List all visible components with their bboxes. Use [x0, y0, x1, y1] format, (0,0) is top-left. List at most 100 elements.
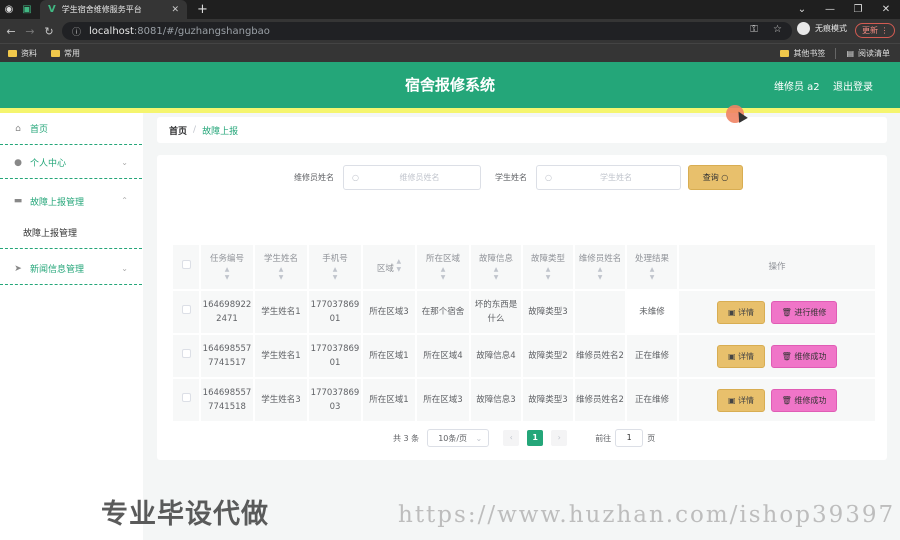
student-name-input[interactable]: ○ 学生姓名	[536, 165, 681, 190]
col-result[interactable]: 处理结果 ▲ ▼	[627, 245, 677, 289]
row-checkbox[interactable]	[181, 393, 191, 402]
bookmarks-bar: 资料 常用 其他书签 ▤ 阅读清单	[0, 43, 900, 62]
goto-label: 前往	[595, 433, 612, 443]
close-window-icon[interactable]: ✕	[872, 0, 900, 19]
cell-actions: ▣ 详情 🗑 维修成功	[679, 379, 875, 421]
cell-fault-type: 故障类型3	[523, 291, 573, 333]
update-label: 更新	[862, 26, 878, 35]
cell-location: 所在区域3	[417, 379, 469, 421]
cell-task-id: 1646989222471	[201, 291, 253, 333]
maximize-icon[interactable]: ❐	[844, 0, 872, 19]
logout-link[interactable]: 退出登录	[833, 78, 873, 93]
detail-label: 详情	[738, 351, 755, 361]
repairer-name-input[interactable]: ○ 维修员姓名	[343, 165, 481, 190]
page-size-select[interactable]: 10条/页 ⌄	[427, 429, 490, 447]
detail-button[interactable]: ▣ 详情	[717, 388, 765, 412]
address-bar-row: ← → ↻ ⓘ localhost:8081/#/guzhangshangbao…	[0, 19, 900, 43]
reading-list[interactable]: ▤ 阅读清单	[846, 48, 890, 59]
col-actions: 操作	[679, 245, 875, 289]
sidebar-item-news[interactable]: ➤ 新闻信息管理 ⌄	[0, 253, 142, 285]
col-task-id[interactable]: 任务编号 ▲ ▼	[201, 245, 253, 289]
col-location[interactable]: 所在区域 ▲ ▼	[417, 245, 469, 289]
detail-button[interactable]: ▣ 详情	[717, 344, 765, 368]
cell-repairer-name: 维修员姓名2	[575, 335, 625, 377]
goto-suffix: 页	[647, 433, 656, 443]
header-label: 学生姓名	[263, 254, 298, 264]
chevron-down-icon: ⌄	[121, 158, 128, 167]
col-fault-info[interactable]: 故障信息 ▲ ▼	[471, 245, 521, 289]
bookmark-label: 常用	[64, 48, 80, 58]
key-icon[interactable]: ⚿	[750, 24, 758, 35]
col-student-name[interactable]: 学生姓名 ▲ ▼	[255, 245, 307, 289]
cell-phone: 17703786901	[309, 291, 361, 333]
chat-icon: ▬	[13, 196, 23, 206]
close-tab-icon[interactable]: ✕	[171, 5, 179, 15]
url-host: localhost	[89, 25, 134, 37]
forward-icon[interactable]: →	[22, 25, 38, 38]
bookmark-star-icon[interactable]: ☆	[773, 24, 782, 35]
sort-icon[interactable]: ▲ ▼	[575, 266, 625, 282]
col-fault-type[interactable]: 故障类型 ▲ ▼	[523, 245, 573, 289]
sort-icon[interactable]: ▲ ▼	[309, 266, 361, 282]
query-button[interactable]: 查询 ○	[688, 165, 743, 190]
site-info-icon[interactable]: ⓘ	[72, 25, 81, 38]
back-icon[interactable]: ←	[3, 25, 19, 38]
col-area[interactable]: 区域 ▲ ▼	[363, 245, 415, 289]
cell-fault-type: 故障类型2	[523, 335, 573, 377]
minimize-icon[interactable]: —	[816, 0, 844, 19]
col-phone[interactable]: 手机号 ▲ ▼	[309, 245, 361, 289]
prev-page-button[interactable]: ‹	[503, 430, 520, 446]
page-number-current[interactable]: 1	[527, 430, 544, 446]
browser-menu-icon[interactable]: ◉	[0, 0, 18, 19]
sidebar: ⌂ 首页 ● 个人中心 ⌄ ▬ 故障上报管理 ⌃ 故障上报管理 ➤ 新闻信息管理…	[0, 113, 142, 540]
repair-success-button[interactable]: 🗑 维修成功	[771, 344, 837, 368]
pinned-tab-icon[interactable]: ▣	[18, 0, 36, 19]
sort-icon[interactable]: ▲ ▼	[523, 266, 573, 282]
sidebar-item-profile[interactable]: ● 个人中心 ⌄	[0, 147, 142, 179]
bookmark-folder-1[interactable]: 资料	[8, 48, 37, 59]
sidebar-item-label: 首页	[30, 125, 49, 135]
header-label: 处理结果	[634, 254, 669, 264]
sidebar-subitem-fault-report[interactable]: 故障上报管理	[0, 217, 142, 249]
sort-icon[interactable]: ▲ ▼	[471, 266, 521, 282]
goto-page-input[interactable]: 1	[615, 429, 644, 447]
breadcrumb-current: 故障上报	[202, 126, 239, 137]
sort-icon[interactable]: ▲ ▼	[397, 258, 402, 274]
reading-list-icon: ▤	[846, 48, 854, 58]
update-button[interactable]: 更新 ⋮	[855, 23, 895, 38]
cell-task-id: 1646985577741517	[201, 335, 253, 377]
search-icon: ○	[721, 173, 729, 182]
chevron-down-icon: ⌄	[475, 433, 483, 443]
browser-tabbar: ◉ ▣ V 学生宿舍维修服务平台 ✕ + ⌄ — ❐ ✕	[0, 0, 900, 19]
bookmark-folder-2[interactable]: 常用	[51, 48, 80, 59]
cell-area: 所在区域1	[363, 379, 415, 421]
browser-tab-active[interactable]: V 学生宿舍维修服务平台 ✕	[40, 0, 187, 19]
incognito-profile[interactable]: 无痕模式	[797, 22, 847, 35]
url-input[interactable]: ⓘ localhost:8081/#/guzhangshangbao ⚿ ☆	[62, 22, 792, 40]
col-repairer-name[interactable]: 维修员姓名 ▲ ▼	[575, 245, 625, 289]
sidebar-item-home[interactable]: ⌂ 首页	[0, 113, 142, 145]
row-checkbox[interactable]	[181, 349, 191, 358]
start-repair-button[interactable]: 🗑 进行维修	[771, 300, 837, 324]
sidebar-item-fault-report[interactable]: ▬ 故障上报管理 ⌃	[0, 185, 142, 217]
reload-icon[interactable]: ↻	[41, 25, 57, 38]
cell-actions: ▣ 详情 🗑 进行维修	[679, 291, 875, 333]
cell-result: 未维修	[627, 291, 677, 333]
other-bookmarks[interactable]: 其他书签	[780, 48, 825, 59]
tab-search-icon[interactable]: ⌄	[788, 0, 816, 19]
repair-success-button[interactable]: 🗑 维修成功	[771, 388, 837, 412]
new-tab-icon[interactable]: +	[197, 2, 208, 17]
sidebar-item-label: 个人中心	[30, 159, 67, 169]
next-page-button[interactable]: ›	[551, 430, 568, 446]
select-all-checkbox[interactable]	[181, 260, 191, 269]
breadcrumb-home[interactable]: 首页	[169, 124, 187, 137]
sort-icon[interactable]: ▲ ▼	[417, 266, 469, 282]
detail-button[interactable]: ▣ 详情	[717, 300, 765, 324]
row-checkbox[interactable]	[181, 305, 191, 314]
cell-fault-info: 故障信息3	[471, 379, 521, 421]
sort-icon[interactable]: ▲ ▼	[255, 266, 307, 282]
sort-icon[interactable]: ▲ ▼	[201, 266, 253, 282]
sort-icon[interactable]: ▲ ▼	[627, 266, 677, 282]
action-label: 维修成功	[794, 395, 827, 405]
home-icon: ⌂	[15, 123, 21, 134]
